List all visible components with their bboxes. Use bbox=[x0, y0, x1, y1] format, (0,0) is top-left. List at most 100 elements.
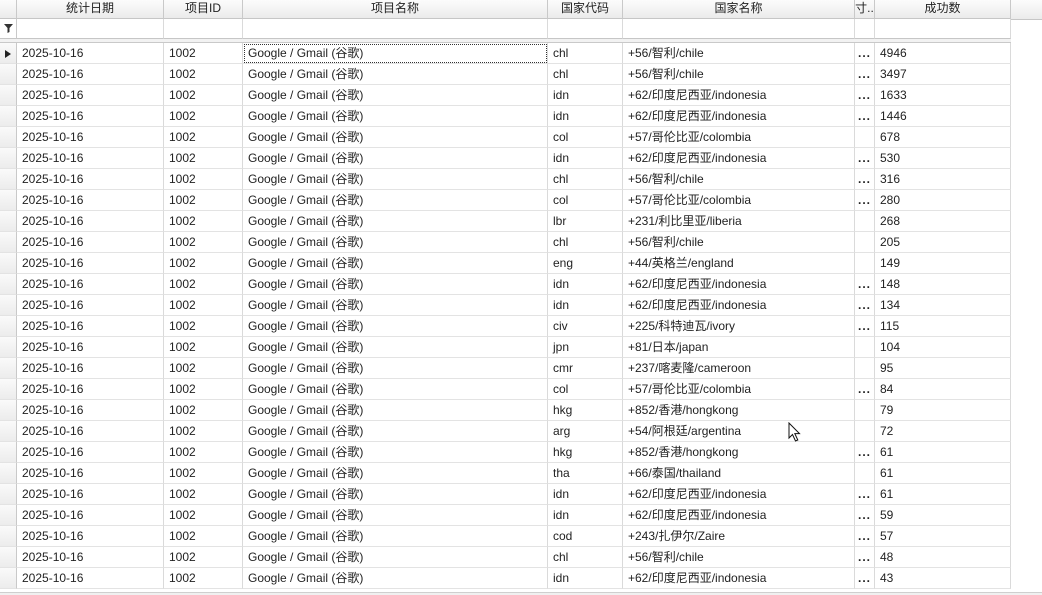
cell-success-count[interactable]: 95 bbox=[875, 358, 1011, 379]
cell-project-name[interactable]: Google / Gmail (谷歌) bbox=[243, 358, 548, 379]
table-row[interactable]: 2025-10-16 1002 Google / Gmail (谷歌) arg +54/… bbox=[0, 421, 1011, 442]
cell-country-name[interactable]: +852/香港/hongkong bbox=[623, 442, 855, 463]
column-header-success-count[interactable]: 成功数 bbox=[875, 0, 1011, 19]
cell-truncated[interactable]: ... bbox=[855, 442, 875, 463]
cell-truncated[interactable]: ... bbox=[855, 547, 875, 568]
table-row[interactable]: 2025-10-16 1002 Google / Gmail (谷歌) col +57/… bbox=[0, 190, 1011, 211]
cell-truncated[interactable]: ... bbox=[855, 295, 875, 316]
cell-country-code[interactable]: hkg bbox=[548, 442, 623, 463]
cell-truncated[interactable] bbox=[855, 463, 875, 484]
cell-country-code[interactable]: col bbox=[548, 127, 623, 148]
row-indicator[interactable] bbox=[0, 484, 17, 505]
row-indicator[interactable] bbox=[0, 253, 17, 274]
cell-success-count[interactable]: 149 bbox=[875, 253, 1011, 274]
cell-truncated[interactable] bbox=[855, 127, 875, 148]
cell-country-name[interactable]: +66/泰国/thailand bbox=[623, 463, 855, 484]
cell-project-name[interactable]: Google / Gmail (谷歌) bbox=[243, 379, 548, 400]
cell-country-name[interactable]: +44/英格兰/england bbox=[623, 253, 855, 274]
cell-country-code[interactable]: idn bbox=[548, 148, 623, 169]
cell-date[interactable]: 2025-10-16 bbox=[17, 316, 164, 337]
cell-country-code[interactable]: tha bbox=[548, 463, 623, 484]
cell-country-code[interactable]: lbr bbox=[548, 211, 623, 232]
column-header-project-id[interactable]: 项目ID bbox=[164, 0, 243, 19]
table-row[interactable]: 2025-10-16 1002 Google / Gmail (谷歌) eng +44/… bbox=[0, 253, 1011, 274]
cell-success-count[interactable]: 43 bbox=[875, 568, 1011, 589]
cell-truncated[interactable]: ... bbox=[855, 274, 875, 295]
cell-project-id[interactable]: 1002 bbox=[164, 190, 243, 211]
cell-country-name[interactable]: +852/香港/hongkong bbox=[623, 400, 855, 421]
table-row[interactable]: 2025-10-16 1002 Google / Gmail (谷歌) hkg +852… bbox=[0, 442, 1011, 463]
table-row[interactable]: 2025-10-16 1002 Google / Gmail (谷歌) lbr +231… bbox=[0, 211, 1011, 232]
cell-date[interactable]: 2025-10-16 bbox=[17, 190, 164, 211]
cell-project-name[interactable]: Google / Gmail (谷歌) bbox=[243, 211, 548, 232]
cell-truncated[interactable]: ... bbox=[855, 526, 875, 547]
cell-project-id[interactable]: 1002 bbox=[164, 43, 243, 64]
cell-project-name[interactable]: Google / Gmail (谷歌) bbox=[243, 274, 548, 295]
cell-country-code[interactable]: chl bbox=[548, 547, 623, 568]
filter-input-country-name[interactable] bbox=[623, 19, 855, 39]
cell-project-name[interactable]: Google / Gmail (谷歌) bbox=[243, 295, 548, 316]
cell-success-count[interactable]: 104 bbox=[875, 337, 1011, 358]
cell-truncated[interactable]: ... bbox=[855, 568, 875, 589]
cell-date[interactable]: 2025-10-16 bbox=[17, 505, 164, 526]
cell-date[interactable]: 2025-10-16 bbox=[17, 442, 164, 463]
cell-country-name[interactable]: +243/扎伊尔/Zaire bbox=[623, 526, 855, 547]
cell-truncated[interactable] bbox=[855, 358, 875, 379]
table-row[interactable]: 2025-10-16 1002 Google / Gmail (谷歌) cod +243… bbox=[0, 526, 1011, 547]
filter-input-country-code[interactable] bbox=[548, 19, 623, 39]
cell-project-name[interactable]: Google / Gmail (谷歌) bbox=[243, 442, 548, 463]
row-indicator[interactable] bbox=[0, 526, 17, 547]
cell-date[interactable]: 2025-10-16 bbox=[17, 211, 164, 232]
cell-project-name[interactable]: Google / Gmail (谷歌) bbox=[243, 337, 548, 358]
cell-date[interactable]: 2025-10-16 bbox=[17, 127, 164, 148]
cell-success-count[interactable]: 678 bbox=[875, 127, 1011, 148]
row-indicator[interactable] bbox=[0, 442, 17, 463]
cell-project-name[interactable]: Google / Gmail (谷歌) bbox=[243, 253, 548, 274]
column-header-date[interactable]: 统计日期 bbox=[17, 0, 164, 19]
row-indicator[interactable] bbox=[0, 337, 17, 358]
column-header-project-name[interactable]: 项目名称 bbox=[243, 0, 548, 19]
cell-country-name[interactable]: +62/印度尼西亚/indonesia bbox=[623, 274, 855, 295]
row-indicator[interactable] bbox=[0, 148, 17, 169]
cell-date[interactable]: 2025-10-16 bbox=[17, 64, 164, 85]
cell-truncated[interactable]: ... bbox=[855, 169, 875, 190]
cell-date[interactable]: 2025-10-16 bbox=[17, 85, 164, 106]
cell-success-count[interactable]: 84 bbox=[875, 379, 1011, 400]
cell-success-count[interactable]: 61 bbox=[875, 463, 1011, 484]
cell-truncated[interactable]: ... bbox=[855, 316, 875, 337]
cell-project-id[interactable]: 1002 bbox=[164, 106, 243, 127]
row-indicator[interactable] bbox=[0, 232, 17, 253]
cell-country-name[interactable]: +57/哥伦比亚/colombia bbox=[623, 190, 855, 211]
cell-country-code[interactable]: col bbox=[548, 379, 623, 400]
cell-date[interactable]: 2025-10-16 bbox=[17, 169, 164, 190]
filter-input-date[interactable] bbox=[17, 19, 164, 39]
cell-date[interactable]: 2025-10-16 bbox=[17, 148, 164, 169]
column-header-truncated[interactable]: 寸.. bbox=[855, 0, 875, 19]
cell-project-id[interactable]: 1002 bbox=[164, 568, 243, 589]
row-indicator[interactable] bbox=[0, 505, 17, 526]
cell-truncated[interactable]: ... bbox=[855, 505, 875, 526]
cell-truncated[interactable]: ... bbox=[855, 379, 875, 400]
cell-country-name[interactable]: +56/智利/chile bbox=[623, 547, 855, 568]
cell-country-name[interactable]: +62/印度尼西亚/indonesia bbox=[623, 106, 855, 127]
cell-project-name[interactable]: Google / Gmail (谷歌) bbox=[243, 169, 548, 190]
table-row[interactable]: 2025-10-16 1002 Google / Gmail (谷歌) chl +56/… bbox=[0, 232, 1011, 253]
cell-country-name[interactable]: +56/智利/chile bbox=[623, 169, 855, 190]
cell-country-code[interactable]: eng bbox=[548, 253, 623, 274]
cell-date[interactable]: 2025-10-16 bbox=[17, 337, 164, 358]
cell-success-count[interactable]: 72 bbox=[875, 421, 1011, 442]
cell-project-id[interactable]: 1002 bbox=[164, 442, 243, 463]
row-indicator[interactable] bbox=[0, 211, 17, 232]
table-row[interactable]: 2025-10-16 1002 Google / Gmail (谷歌) hkg +852… bbox=[0, 400, 1011, 421]
cell-project-name[interactable]: Google / Gmail (谷歌) bbox=[243, 400, 548, 421]
cell-project-name[interactable]: Google / Gmail (谷歌) bbox=[243, 232, 548, 253]
table-row[interactable]: 2025-10-16 1002 Google / Gmail (谷歌) chl +56/… bbox=[0, 64, 1011, 85]
cell-truncated[interactable] bbox=[855, 337, 875, 358]
cell-date[interactable]: 2025-10-16 bbox=[17, 43, 164, 64]
cell-date[interactable]: 2025-10-16 bbox=[17, 379, 164, 400]
cell-success-count[interactable]: 316 bbox=[875, 169, 1011, 190]
filter-input-success-count[interactable] bbox=[875, 19, 1011, 39]
cell-project-id[interactable]: 1002 bbox=[164, 484, 243, 505]
cell-country-name[interactable]: +62/印度尼西亚/indonesia bbox=[623, 148, 855, 169]
cell-country-code[interactable]: cod bbox=[548, 526, 623, 547]
